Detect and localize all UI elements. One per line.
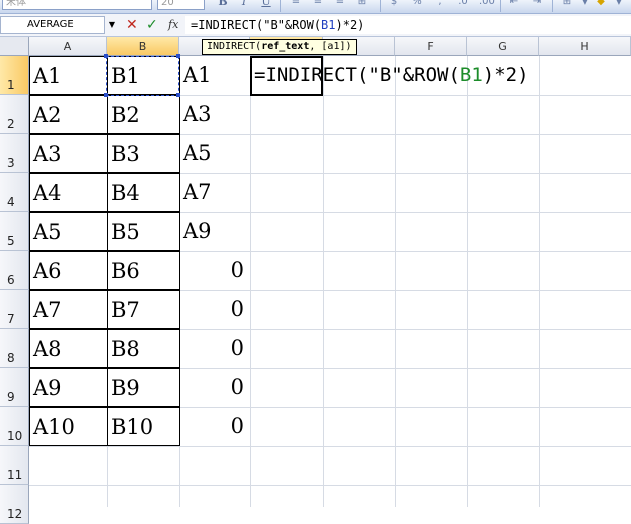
cell-a9[interactable]: A9 bbox=[29, 368, 108, 407]
column-header-g[interactable]: G bbox=[467, 37, 539, 56]
row-header-8[interactable]: 8 bbox=[0, 329, 29, 368]
tooltip-current-argument: ref_text bbox=[261, 41, 310, 52]
insert-function-icon[interactable]: fx bbox=[168, 17, 178, 33]
cell-b3[interactable]: B3 bbox=[107, 134, 180, 173]
column-header-f[interactable]: F bbox=[395, 37, 467, 56]
tooltip-remaining-arguments: , [a1]) bbox=[309, 41, 352, 52]
decrease-indent-icon[interactable]: ⇤ bbox=[507, 0, 521, 8]
cell-b10[interactable]: B10 bbox=[107, 407, 180, 446]
column-header-h[interactable]: H bbox=[539, 37, 631, 56]
cell-c2[interactable]: A3 bbox=[180, 95, 250, 134]
formula-bar: AVERAGE ▼ ✕ ✓ fx =INDIRECT("B"&ROW(B1)*2… bbox=[0, 14, 631, 37]
borders-dropdown-icon[interactable]: ▼ bbox=[578, 0, 592, 8]
row-header-5[interactable]: 5 bbox=[0, 212, 29, 251]
cell-a6[interactable]: A6 bbox=[29, 251, 108, 290]
cell-b6[interactable]: B6 bbox=[107, 251, 180, 290]
name-box-dropdown-icon[interactable]: ▼ bbox=[106, 18, 118, 32]
select-all-corner[interactable] bbox=[0, 37, 29, 56]
fill-color-dropdown-icon[interactable]: ▼ bbox=[612, 0, 626, 8]
column-header-b[interactable]: B bbox=[107, 37, 179, 56]
row-header-9[interactable]: 9 bbox=[0, 368, 29, 407]
cell-b8[interactable]: B8 bbox=[107, 329, 180, 368]
increase-decimal-icon[interactable]: .0 bbox=[456, 0, 470, 8]
cell-a2[interactable]: A2 bbox=[29, 95, 108, 134]
align-center-icon[interactable]: ≡ bbox=[311, 0, 325, 8]
cell-c4[interactable]: A7 bbox=[180, 173, 250, 212]
row-header-2[interactable]: 2 bbox=[0, 95, 29, 134]
percent-icon[interactable]: % bbox=[410, 0, 424, 8]
cell-a1[interactable]: A1 bbox=[29, 56, 108, 95]
cell-c8[interactable]: 0 bbox=[180, 329, 250, 368]
row-header-3[interactable]: 3 bbox=[0, 134, 29, 173]
row-header-11[interactable]: 11 bbox=[0, 446, 29, 485]
italic-button[interactable]: I bbox=[237, 0, 251, 9]
row-header-12[interactable]: 12 bbox=[0, 485, 29, 524]
cell-c9[interactable]: 0 bbox=[180, 368, 250, 407]
increase-indent-icon[interactable]: ⇥ bbox=[530, 0, 544, 8]
toolbar: 宋体 20 B I U ≡ ≡ ≡ ⊞ $ % , .0 .00 ⇤ ⇥ ⊞ ▼… bbox=[0, 0, 631, 14]
cell-a5[interactable]: A5 bbox=[29, 212, 108, 251]
name-box[interactable]: AVERAGE bbox=[0, 16, 105, 34]
cell-c1[interactable]: A1 bbox=[180, 56, 250, 95]
column-header-a[interactable]: A bbox=[29, 37, 107, 56]
cell-a3[interactable]: A3 bbox=[29, 134, 108, 173]
tooltip-function: INDIRECT( bbox=[207, 41, 262, 52]
font-name-select[interactable]: 宋体 bbox=[2, 0, 152, 10]
underline-button[interactable]: U bbox=[259, 0, 273, 9]
cell-d1-editing[interactable]: =INDIRECT("B"&ROW(B1)*2) bbox=[250, 56, 630, 95]
worksheet-grid[interactable]: A1 A2 A3 A4 A5 A6 A7 A8 A9 A10 B1 B2 B3 … bbox=[29, 54, 631, 507]
formula-input[interactable]: =INDIRECT("B"&ROW(B1)*2) bbox=[185, 16, 631, 34]
cell-a7[interactable]: A7 bbox=[29, 290, 108, 329]
function-argument-tooltip: INDIRECT(ref_text, [a1]) bbox=[202, 39, 357, 55]
borders-icon[interactable]: ⊞ bbox=[560, 0, 574, 8]
cell-b1[interactable]: B1 bbox=[107, 56, 180, 95]
cell-a8[interactable]: A8 bbox=[29, 329, 108, 368]
cell-a4[interactable]: A4 bbox=[29, 173, 108, 212]
bold-button[interactable]: B bbox=[216, 0, 230, 9]
cell-a10[interactable]: A10 bbox=[29, 407, 108, 446]
cell-formula-prefix: =INDIRECT("B"&ROW( bbox=[254, 64, 460, 86]
cell-formula-suffix: )*2) bbox=[482, 64, 529, 86]
comma-style-icon[interactable]: , bbox=[433, 0, 447, 8]
cell-b5[interactable]: B5 bbox=[107, 212, 180, 251]
cell-b7[interactable]: B7 bbox=[107, 290, 180, 329]
cell-c5[interactable]: A9 bbox=[180, 212, 250, 251]
align-right-icon[interactable]: ≡ bbox=[333, 0, 347, 8]
cell-b2[interactable]: B2 bbox=[107, 95, 180, 134]
row-header-4[interactable]: 4 bbox=[0, 173, 29, 212]
cell-formula-reference: B1 bbox=[459, 64, 483, 86]
row-header-6[interactable]: 6 bbox=[0, 251, 29, 290]
decrease-decimal-icon[interactable]: .00 bbox=[479, 0, 495, 8]
align-left-icon[interactable]: ≡ bbox=[289, 0, 303, 8]
formula-suffix: )*2) bbox=[335, 18, 365, 32]
cancel-icon[interactable]: ✕ bbox=[126, 16, 138, 34]
font-size-select[interactable]: 20 bbox=[157, 0, 205, 10]
currency-icon[interactable]: $ bbox=[387, 0, 401, 8]
cell-c7[interactable]: 0 bbox=[180, 290, 250, 329]
row-header-7[interactable]: 7 bbox=[0, 290, 29, 329]
cell-c3[interactable]: A5 bbox=[180, 134, 250, 173]
formula-prefix: =INDIRECT("B"&ROW( bbox=[191, 18, 322, 32]
cell-c10[interactable]: 0 bbox=[180, 407, 250, 446]
row-header-10[interactable]: 10 bbox=[0, 407, 29, 446]
cell-b4[interactable]: B4 bbox=[107, 173, 180, 212]
enter-icon[interactable]: ✓ bbox=[146, 16, 158, 34]
formula-reference: B1 bbox=[321, 18, 336, 32]
merge-center-icon[interactable]: ⊞ bbox=[355, 0, 369, 8]
cell-c6[interactable]: 0 bbox=[180, 251, 250, 290]
row-header-1[interactable]: 1 bbox=[0, 56, 29, 95]
fill-color-icon[interactable]: ◆ bbox=[594, 0, 608, 8]
cell-b9[interactable]: B9 bbox=[107, 368, 180, 407]
